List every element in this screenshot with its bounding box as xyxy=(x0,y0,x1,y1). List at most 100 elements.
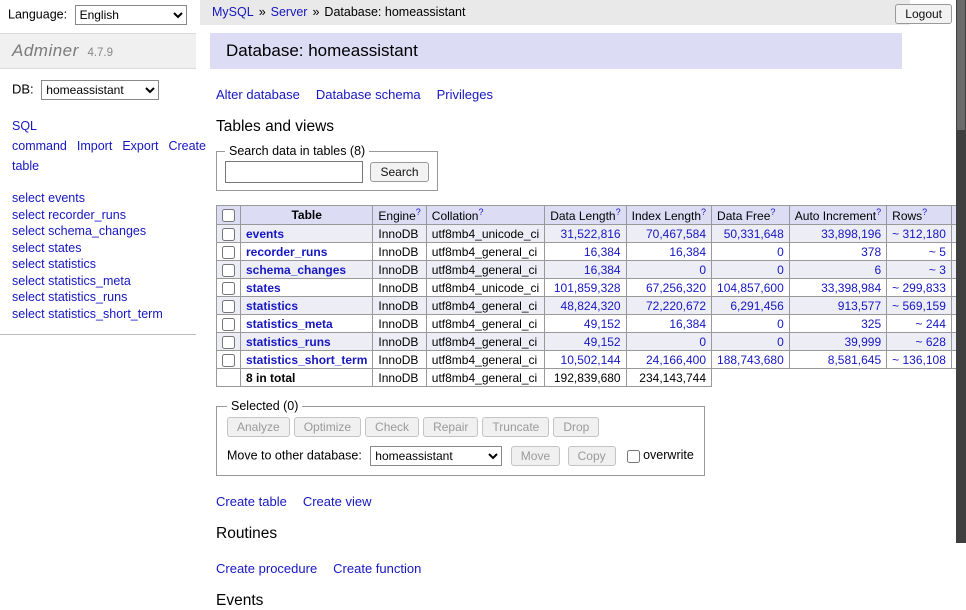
link-create-table[interactable]: Create table xyxy=(216,494,287,509)
data-length-link[interactable]: 49,152 xyxy=(584,317,621,331)
adminer-logo[interactable]: Adminer xyxy=(12,41,79,60)
data-length-link[interactable]: 31,522,816 xyxy=(561,227,621,241)
row-checkbox[interactable] xyxy=(222,336,235,349)
link-create-function[interactable]: Create function xyxy=(333,561,421,576)
sidebar-link-export[interactable]: Export xyxy=(122,139,158,153)
index-length-link[interactable]: 0 xyxy=(699,335,706,349)
row-checkbox[interactable] xyxy=(222,318,235,331)
auto-increment-link[interactable]: 33,398,984 xyxy=(821,281,881,295)
table-name-link[interactable]: statistics_short_term xyxy=(246,353,367,367)
sidebar-item-select-statistics-short-term[interactable]: select statistics_short_term xyxy=(12,306,184,323)
data-length-link[interactable]: 16,384 xyxy=(584,245,621,259)
row-checkbox[interactable] xyxy=(222,354,235,367)
scrollbar-thumb[interactable] xyxy=(957,0,965,130)
table-name-link[interactable]: statistics_runs xyxy=(246,335,331,349)
sidebar-item-select-statistics[interactable]: select statistics xyxy=(12,256,184,273)
logout-button[interactable]: Logout xyxy=(895,4,952,24)
data-length-link[interactable]: 49,152 xyxy=(584,335,621,349)
select-all-checkbox[interactable] xyxy=(222,209,235,222)
auto-increment-link[interactable]: 33,898,196 xyxy=(821,227,881,241)
auto-increment-link[interactable]: 378 xyxy=(861,245,881,259)
table-name-link[interactable]: states xyxy=(246,281,281,295)
data-free-link[interactable]: 50,331,648 xyxy=(724,227,784,241)
rows-link[interactable]: ~ 569,159 xyxy=(892,299,946,313)
sidebar-item-select-statistics-meta[interactable]: select statistics_meta xyxy=(12,273,184,290)
rows-link[interactable]: ~ 628 xyxy=(916,335,946,349)
rows-link[interactable]: ~ 136,108 xyxy=(892,353,946,367)
row-checkbox[interactable] xyxy=(222,264,235,277)
data-free-link[interactable]: 0 xyxy=(777,317,784,331)
link-create-procedure[interactable]: Create procedure xyxy=(216,561,317,576)
data-length-link[interactable]: 48,824,320 xyxy=(561,299,621,313)
language-select[interactable]: English xyxy=(75,5,187,25)
auto-increment-link[interactable]: 39,999 xyxy=(844,335,881,349)
table-name-link[interactable]: schema_changes xyxy=(246,263,346,277)
bulk-truncate-button[interactable]: Truncate xyxy=(482,417,549,437)
index-length-link[interactable]: 16,384 xyxy=(669,245,706,259)
row-checkbox[interactable] xyxy=(222,300,235,313)
data-free-link[interactable]: 0 xyxy=(777,245,784,259)
sidebar-link-sql-command[interactable]: SQL command xyxy=(12,119,67,153)
sidebar-item-select-recorder-runs[interactable]: select recorder_runs xyxy=(12,207,184,224)
column-help-link[interactable]: ? xyxy=(876,207,881,217)
auto-increment-link[interactable]: 6 xyxy=(874,263,881,277)
scrollbar[interactable] xyxy=(956,0,966,543)
action-database-schema[interactable]: Database schema xyxy=(316,87,421,102)
sidebar-link-import[interactable]: Import xyxy=(77,139,112,153)
bulk-repair-button[interactable]: Repair xyxy=(423,417,478,437)
action-alter-database[interactable]: Alter database xyxy=(216,87,300,102)
overwrite-checkbox[interactable] xyxy=(627,450,640,463)
sidebar-item-select-statistics-runs[interactable]: select statistics_runs xyxy=(12,289,184,306)
auto-increment-link[interactable]: 913,577 xyxy=(838,299,881,313)
column-help-link[interactable]: ? xyxy=(770,207,775,217)
search-input[interactable] xyxy=(225,161,363,183)
data-free-link[interactable]: 6,291,456 xyxy=(730,299,783,313)
db-select[interactable]: homeassistant xyxy=(41,80,159,100)
table-name-link[interactable]: recorder_runs xyxy=(246,245,327,259)
move-button[interactable]: Move xyxy=(511,446,560,466)
rows-link[interactable]: ~ 244 xyxy=(916,317,946,331)
index-length-link[interactable]: 70,467,584 xyxy=(646,227,706,241)
index-length-link[interactable]: 72,220,672 xyxy=(646,299,706,313)
rows-link[interactable]: ~ 5 xyxy=(929,245,946,259)
column-help-link[interactable]: ? xyxy=(416,207,421,217)
index-length-link[interactable]: 16,384 xyxy=(669,317,706,331)
sidebar-item-select-states[interactable]: select states xyxy=(12,240,184,257)
action-privileges[interactable]: Privileges xyxy=(437,87,493,102)
auto-increment-link[interactable]: 8,581,645 xyxy=(828,353,881,367)
copy-button[interactable]: Copy xyxy=(568,446,616,466)
row-checkbox[interactable] xyxy=(222,228,235,241)
move-db-select[interactable]: homeassistant xyxy=(370,446,502,466)
data-length-link[interactable]: 101,859,328 xyxy=(554,281,621,295)
data-free-link[interactable]: 0 xyxy=(777,263,784,277)
data-free-link[interactable]: 104,857,600 xyxy=(717,281,784,295)
data-length-link[interactable]: 16,384 xyxy=(584,263,621,277)
bulk-check-button[interactable]: Check xyxy=(365,417,419,437)
bulk-analyze-button[interactable]: Analyze xyxy=(227,417,290,437)
index-length-link[interactable]: 24,166,400 xyxy=(646,353,706,367)
index-length-link[interactable]: 0 xyxy=(699,263,706,277)
row-checkbox[interactable] xyxy=(222,246,235,259)
rows-link[interactable]: ~ 3 xyxy=(929,263,946,277)
data-free-link[interactable]: 0 xyxy=(777,335,784,349)
column-help-link[interactable]: ? xyxy=(616,207,621,217)
bulk-drop-button[interactable]: Drop xyxy=(553,417,599,437)
index-length-link[interactable]: 67,256,320 xyxy=(646,281,706,295)
breadcrumb-link-mysql[interactable]: MySQL xyxy=(212,5,254,19)
rows-link[interactable]: ~ 299,833 xyxy=(892,281,946,295)
bulk-optimize-button[interactable]: Optimize xyxy=(294,417,361,437)
table-name-link[interactable]: statistics xyxy=(246,299,298,313)
link-create-view[interactable]: Create view xyxy=(303,494,372,509)
column-help-link[interactable]: ? xyxy=(478,207,483,217)
rows-link[interactable]: ~ 312,180 xyxy=(892,227,946,241)
table-name-link[interactable]: events xyxy=(246,227,284,241)
breadcrumb-link-server[interactable]: Server xyxy=(271,5,308,19)
search-button[interactable]: Search xyxy=(370,162,428,182)
column-help-link[interactable]: ? xyxy=(701,207,706,217)
sidebar-item-select-events[interactable]: select events xyxy=(12,190,184,207)
table-name-link[interactable]: statistics_meta xyxy=(246,317,333,331)
data-free-link[interactable]: 188,743,680 xyxy=(717,353,784,367)
row-checkbox[interactable] xyxy=(222,282,235,295)
data-length-link[interactable]: 10,502,144 xyxy=(561,353,621,367)
auto-increment-link[interactable]: 325 xyxy=(861,317,881,331)
